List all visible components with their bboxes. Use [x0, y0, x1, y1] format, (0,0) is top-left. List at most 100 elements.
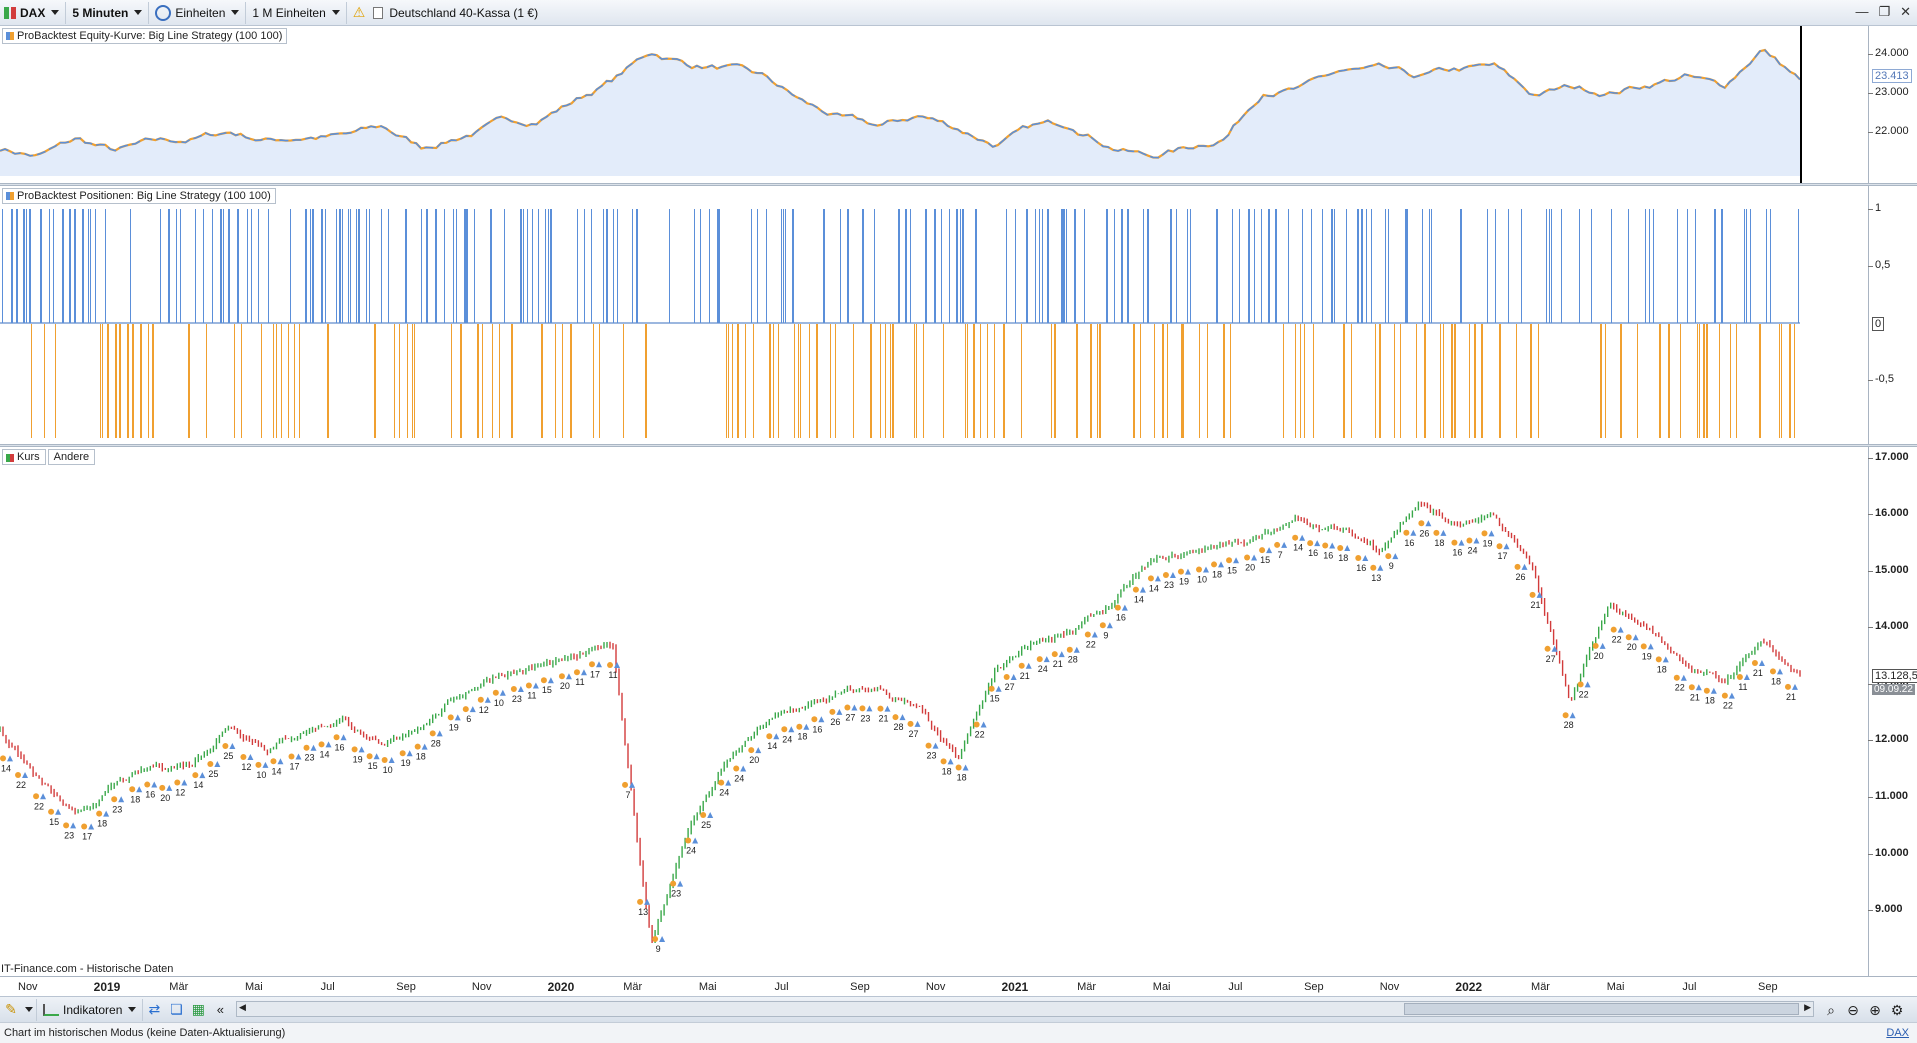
signal-label: 10 [494, 698, 504, 708]
short-signal-dot [33, 793, 40, 800]
short-signal-dot [525, 682, 532, 689]
short-position-bar [892, 324, 894, 438]
settings-icon[interactable]: ⚙ [1886, 999, 1908, 1021]
status-symbol-link[interactable]: DAX [1886, 1027, 1909, 1039]
long-position-bar [29, 209, 31, 323]
long-signal-arrow [277, 758, 284, 765]
long-signal-arrow [547, 677, 554, 684]
symbol-selector[interactable]: DAX [0, 1, 67, 24]
signal-label: 15 [1227, 565, 1237, 575]
equity-panel: ProBacktest Equity-Kurve: Big Line Strat… [0, 26, 1868, 185]
long-position-bar [312, 209, 314, 323]
scroll-left-double-icon[interactable]: « [209, 999, 231, 1021]
signal-marker: 20 [1592, 642, 1606, 661]
chevron-down-icon[interactable] [22, 999, 36, 1021]
zoom-fit-icon[interactable]: ⌕ [1820, 999, 1842, 1021]
long-position-bar [1721, 209, 1723, 323]
drawing-tools-icon[interactable]: ✎ [0, 999, 22, 1021]
minimize-icon[interactable]: — [1855, 4, 1868, 20]
signal-marker: 27 [1003, 673, 1017, 692]
long-position-bar [1035, 209, 1036, 323]
long-position-bar [1385, 209, 1386, 323]
long-signal-arrow [803, 723, 810, 730]
long-signal-arrow [565, 673, 572, 680]
short-position-bar [816, 324, 818, 438]
tab-kurs[interactable]: Kurs [2, 449, 46, 465]
short-position-bar [1719, 324, 1720, 438]
long-position-bar [421, 209, 422, 323]
signal-label: 23 [1164, 580, 1174, 590]
tab-andere[interactable]: Andere [47, 449, 96, 465]
signal-marker: 20 [1625, 634, 1639, 652]
positions-panel-title[interactable]: ProBacktest Positionen: Big Line Strateg… [2, 188, 276, 204]
long-position-bar [847, 209, 849, 323]
units-size-selector[interactable]: 1 M Einheiten [246, 1, 347, 24]
long-signal-arrow [1184, 568, 1191, 575]
signal-marker: 23 [63, 822, 77, 840]
long-position-bar [1798, 209, 1799, 323]
long-position-bar [1714, 209, 1716, 323]
scrollbar-thumb[interactable] [1404, 1003, 1799, 1015]
horizontal-scrollbar[interactable]: ◀ ▶ [236, 1001, 1814, 1017]
short-position-bar [593, 324, 594, 438]
long-position-bar [898, 209, 900, 323]
long-position-bar [823, 209, 825, 323]
restore-icon[interactable]: ❐ [1878, 4, 1890, 20]
zoom-in-icon[interactable]: ⊕ [1864, 999, 1886, 1021]
long-signal-arrow [1617, 626, 1624, 633]
price-panel: Kurs Andere 14 22 22 15 23 17 18 23 18 16 20 12 14 25… [0, 447, 1868, 976]
short-position-bar [1207, 324, 1208, 438]
export-icon[interactable]: ▦ [187, 999, 209, 1021]
long-signal-arrow [484, 696, 491, 703]
signal-label: 14 [1134, 595, 1144, 605]
short-position-bar [1400, 324, 1401, 438]
units-selector[interactable]: Einheiten [149, 1, 247, 24]
long-signal-arrow [1169, 572, 1176, 579]
signal-label: 18 [97, 819, 107, 829]
tick-mark [1868, 853, 1873, 855]
scroll-left-icon[interactable]: ◀ [239, 1002, 246, 1013]
short-signal-dot [1736, 674, 1743, 681]
long-position-bar [325, 209, 326, 323]
instrument-info[interactable]: ⚠ Deutschland 40-Kassa (1 €) [347, 2, 544, 24]
long-position-bar [1407, 209, 1408, 323]
zoom-out-icon[interactable]: ⊖ [1842, 999, 1864, 1021]
signal-label: 11 [608, 670, 617, 680]
close-icon[interactable]: ✕ [1900, 4, 1911, 20]
long-position-bar [95, 209, 96, 323]
short-signal-dot [1099, 622, 1106, 629]
short-signal-dot [877, 705, 884, 712]
time-axis-label: Mai [1152, 981, 1171, 993]
price-tick: 15.000 [1875, 563, 1909, 576]
indicators-button[interactable]: Indikatoren [36, 998, 144, 1021]
window-icon[interactable]: ❏ [165, 999, 187, 1021]
signal-label: 18 [957, 773, 967, 783]
equity-panel-title[interactable]: ProBacktest Equity-Kurve: Big Line Strat… [2, 28, 288, 44]
short-position-bar [492, 324, 493, 438]
scroll-right-icon[interactable]: ▶ [1804, 1002, 1811, 1013]
signal-marker: 10 [381, 756, 395, 775]
long-position-bar [1508, 209, 1509, 323]
share-icon[interactable]: ⇄ [143, 999, 165, 1021]
long-signal-arrow [659, 936, 666, 942]
long-position-bar [237, 209, 239, 323]
interval-selector[interactable]: 5 Minuten [66, 1, 150, 24]
long-position-bar [785, 209, 786, 323]
price-axis: 17.00016.00015.00014.00013.00012.00011.0… [1868, 447, 1917, 976]
short-signal-dot [462, 706, 469, 713]
long-position-bar [905, 209, 907, 323]
signal-label: 14 [193, 780, 203, 790]
signal-marker: 15 [48, 808, 62, 827]
signal-marker: 22 [1721, 692, 1735, 711]
signal-marker: 28 [429, 730, 443, 748]
long-position-bar [1357, 209, 1359, 323]
long-signal-arrow [532, 682, 539, 689]
signal-label: 23 [927, 751, 937, 761]
short-signal-dot [240, 753, 247, 760]
long-signal-arrow [1073, 646, 1080, 653]
long-position-bar [1322, 209, 1323, 323]
signal-label: 22 [34, 801, 44, 811]
long-position-bar [1579, 209, 1580, 323]
long-signal-arrow [499, 689, 506, 696]
short-position-bar [890, 324, 891, 438]
